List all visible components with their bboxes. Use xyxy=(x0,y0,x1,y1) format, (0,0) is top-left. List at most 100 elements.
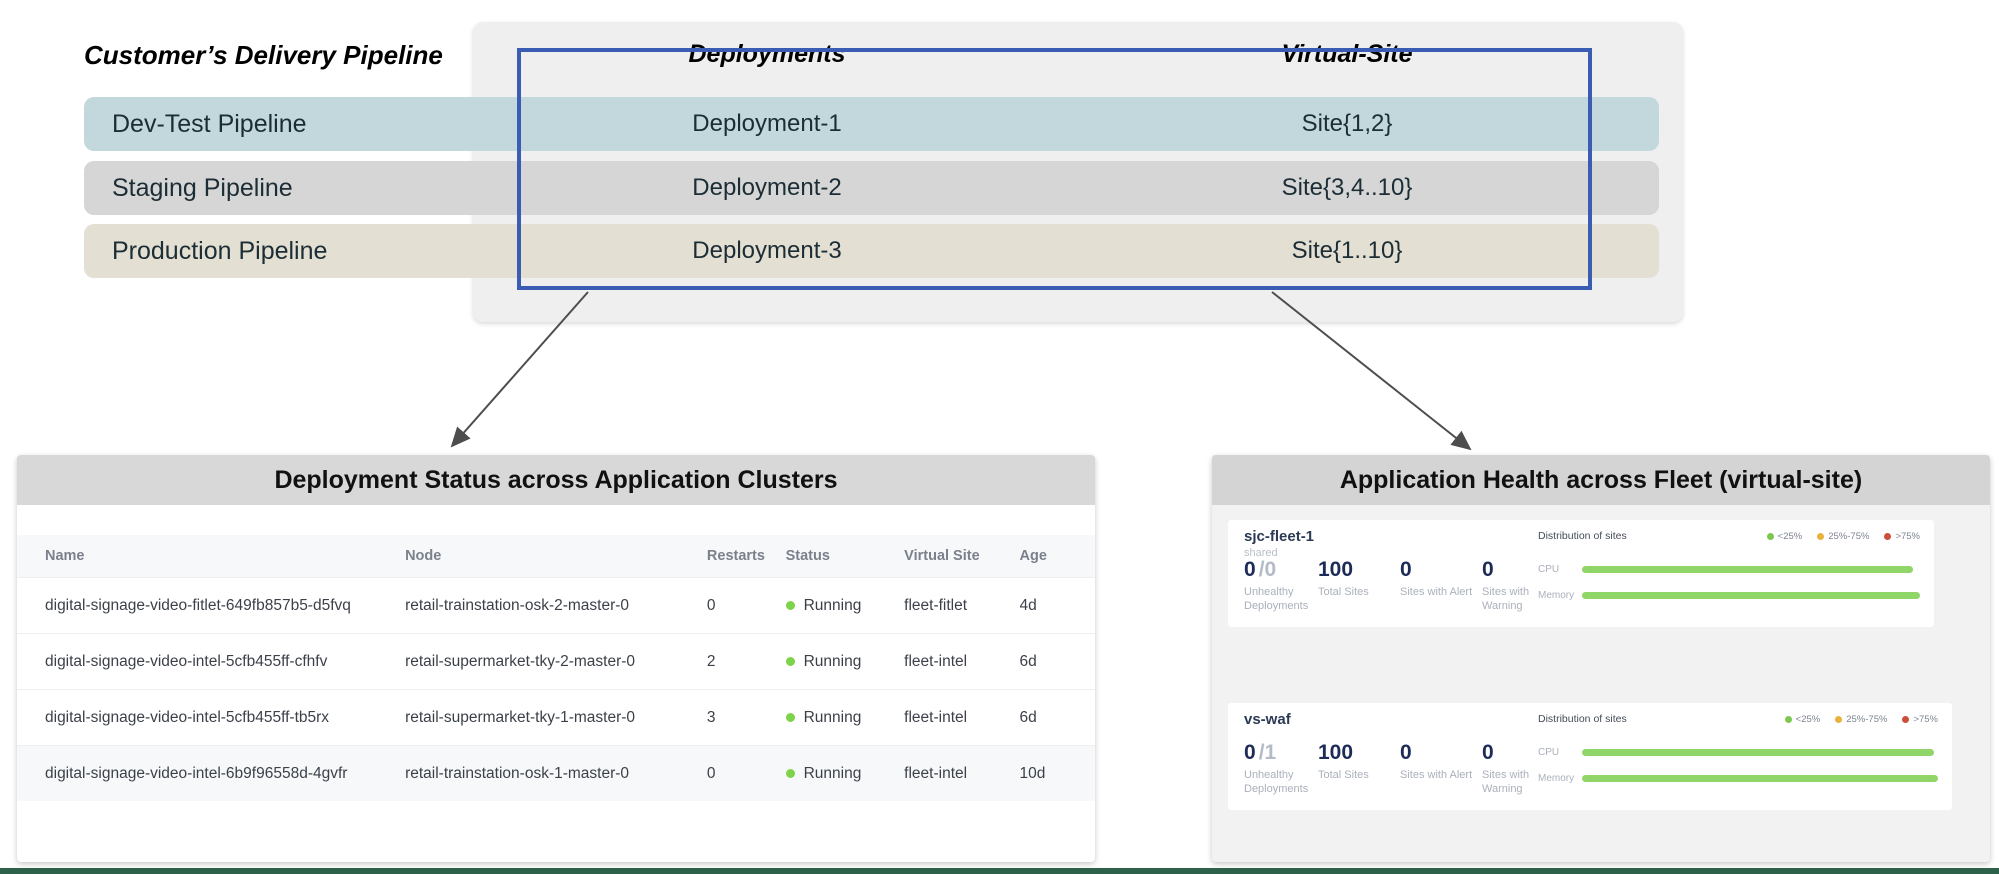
status-cell: Running xyxy=(786,597,905,615)
legend-label: 25%-75% xyxy=(1828,531,1869,542)
stat-sites-with-alert: 0 Sites with Alert xyxy=(1400,741,1494,783)
cpu-bar xyxy=(1582,749,1934,756)
age-cell: 4d xyxy=(1020,597,1095,615)
column-header-restarts: Restarts xyxy=(707,548,786,564)
status-text: Running xyxy=(804,709,862,727)
stat-label: Sites with Warning xyxy=(1482,586,1542,614)
status-cell: Running xyxy=(786,765,905,783)
stat-total-sites: 100 Total Sites xyxy=(1318,558,1398,600)
node-cell: retail-trainstation-osk-1-master-0 xyxy=(405,765,707,783)
node-cell: retail-supermarket-tky-1-master-0 xyxy=(405,709,707,727)
legend-dot-red xyxy=(1884,533,1891,540)
cpu-bar-row: CPU xyxy=(1538,749,1938,757)
pipeline-row-label: Production Pipeline xyxy=(112,224,327,278)
memory-bar-track xyxy=(1582,592,1920,599)
memory-bar xyxy=(1582,775,1938,782)
bottom-border-stripe xyxy=(0,868,1999,874)
status-dot xyxy=(786,657,795,666)
table-row: digital-signage-video-intel-6b9f96558d-4… xyxy=(17,745,1095,801)
legend-dot-green xyxy=(1785,716,1792,723)
stat-label: Sites with Alert xyxy=(1400,769,1494,783)
table-row: digital-signage-video-intel-5cfb455ff-cf… xyxy=(17,633,1095,689)
fleet-name: vs-waf xyxy=(1244,711,1291,728)
pod-name-cell: digital-signage-video-intel-5cfb455ff-cf… xyxy=(17,653,405,671)
stat-label: Sites with Alert xyxy=(1400,586,1494,600)
age-cell: 6d xyxy=(1020,709,1095,727)
distribution-legend: <25% 25%-75% >75% xyxy=(1767,531,1920,542)
total-sites-count: 100 xyxy=(1318,558,1398,582)
node-cell: retail-supermarket-tky-2-master-0 xyxy=(405,653,707,671)
unhealthy-total: /0 xyxy=(1259,558,1277,581)
stat-label: Sites with Warning xyxy=(1482,769,1542,797)
node-cell: retail-trainstation-osk-2-master-0 xyxy=(405,597,707,615)
cpu-label: CPU xyxy=(1538,564,1559,575)
virtual-site-cell: fleet-intel xyxy=(904,709,1019,727)
sites-warning-count: 0 xyxy=(1482,741,1542,765)
pod-name-cell: digital-signage-video-intel-6b9f96558d-4… xyxy=(17,765,405,783)
health-card-sjc-fleet-1: sjc-fleet-1 shared 0/0 Unhealthy Deploym… xyxy=(1228,520,1934,627)
virtual-site-cell: fleet-intel xyxy=(904,653,1019,671)
app-health-panel: Application Health across Fleet (virtual… xyxy=(1212,455,1990,862)
sites-alert-count: 0 xyxy=(1400,558,1494,582)
memory-bar-row: Memory xyxy=(1538,592,1920,600)
status-text: Running xyxy=(804,653,862,671)
legend-item: 25%-75% xyxy=(1817,531,1869,542)
restarts-cell: 3 xyxy=(707,709,786,727)
restarts-cell: 2 xyxy=(707,653,786,671)
distribution-of-sites: Distribution of sites <25% 25%-75% >75% … xyxy=(1538,530,1920,620)
legend-label: >75% xyxy=(1913,714,1938,725)
sites-alert-count: 0 xyxy=(1400,741,1494,765)
cpu-bar-row: CPU xyxy=(1538,566,1920,574)
status-text: Running xyxy=(804,597,862,615)
table-row: digital-signage-video-fitlet-649fb857b5-… xyxy=(17,577,1095,633)
legend-item: >75% xyxy=(1884,531,1920,542)
pipeline-row-label: Dev-Test Pipeline xyxy=(112,97,307,151)
legend-dot-green xyxy=(1767,533,1774,540)
cpu-label: CPU xyxy=(1538,747,1559,758)
legend-item: >75% xyxy=(1902,714,1938,725)
column-header-virtual-site: Virtual Site xyxy=(904,548,1019,564)
distribution-title: Distribution of sites xyxy=(1538,713,1627,725)
cpu-bar-track xyxy=(1582,749,1938,756)
restarts-cell: 0 xyxy=(707,765,786,783)
column-header-name: Name xyxy=(17,548,405,564)
age-cell: 10d xyxy=(1020,765,1095,783)
deployment-status-table: Name Node Restarts Status Virtual Site A… xyxy=(17,535,1095,801)
legend-dot-yellow xyxy=(1817,533,1824,540)
legend-item: <25% xyxy=(1767,531,1803,542)
stat-sites-with-alert: 0 Sites with Alert xyxy=(1400,558,1494,600)
total-sites-count: 100 xyxy=(1318,741,1398,765)
memory-bar xyxy=(1582,592,1920,599)
unhealthy-count: 0 xyxy=(1244,741,1256,764)
legend-item: 25%-75% xyxy=(1835,714,1887,725)
unhealthy-count: 0 xyxy=(1244,558,1256,581)
distribution-title: Distribution of sites xyxy=(1538,530,1627,542)
legend-label: 25%-75% xyxy=(1846,714,1887,725)
column-header-status: Status xyxy=(786,548,905,564)
status-dot xyxy=(786,769,795,778)
restarts-cell: 0 xyxy=(707,597,786,615)
deployments-highlight-box xyxy=(517,48,1592,290)
stat-sites-with-warning: 0 Sites with Warning xyxy=(1482,558,1542,614)
virtual-site-cell: fleet-fitlet xyxy=(904,597,1019,615)
stat-label: Total Sites xyxy=(1318,769,1398,783)
memory-bar-track xyxy=(1582,775,1938,782)
pod-name-cell: digital-signage-video-intel-5cfb455ff-tb… xyxy=(17,709,405,727)
stat-label: Total Sites xyxy=(1318,586,1398,600)
legend-label: <25% xyxy=(1796,714,1821,725)
legend-label: <25% xyxy=(1778,531,1803,542)
cpu-bar xyxy=(1582,566,1913,573)
legend-dot-yellow xyxy=(1835,716,1842,723)
legend-dot-red xyxy=(1902,716,1909,723)
age-cell: 6d xyxy=(1020,653,1095,671)
pod-name-cell: digital-signage-video-fitlet-649fb857b5-… xyxy=(17,597,405,615)
legend-item: <25% xyxy=(1785,714,1821,725)
status-dot xyxy=(786,601,795,610)
memory-label: Memory xyxy=(1538,773,1574,784)
table-header-row: Name Node Restarts Status Virtual Site A… xyxy=(17,535,1095,577)
virtual-site-cell: fleet-intel xyxy=(904,765,1019,783)
status-cell: Running xyxy=(786,653,905,671)
table-row: digital-signage-video-intel-5cfb455ff-tb… xyxy=(17,689,1095,745)
fleet-name: sjc-fleet-1 xyxy=(1244,528,1314,545)
column-header-node: Node xyxy=(405,548,707,564)
